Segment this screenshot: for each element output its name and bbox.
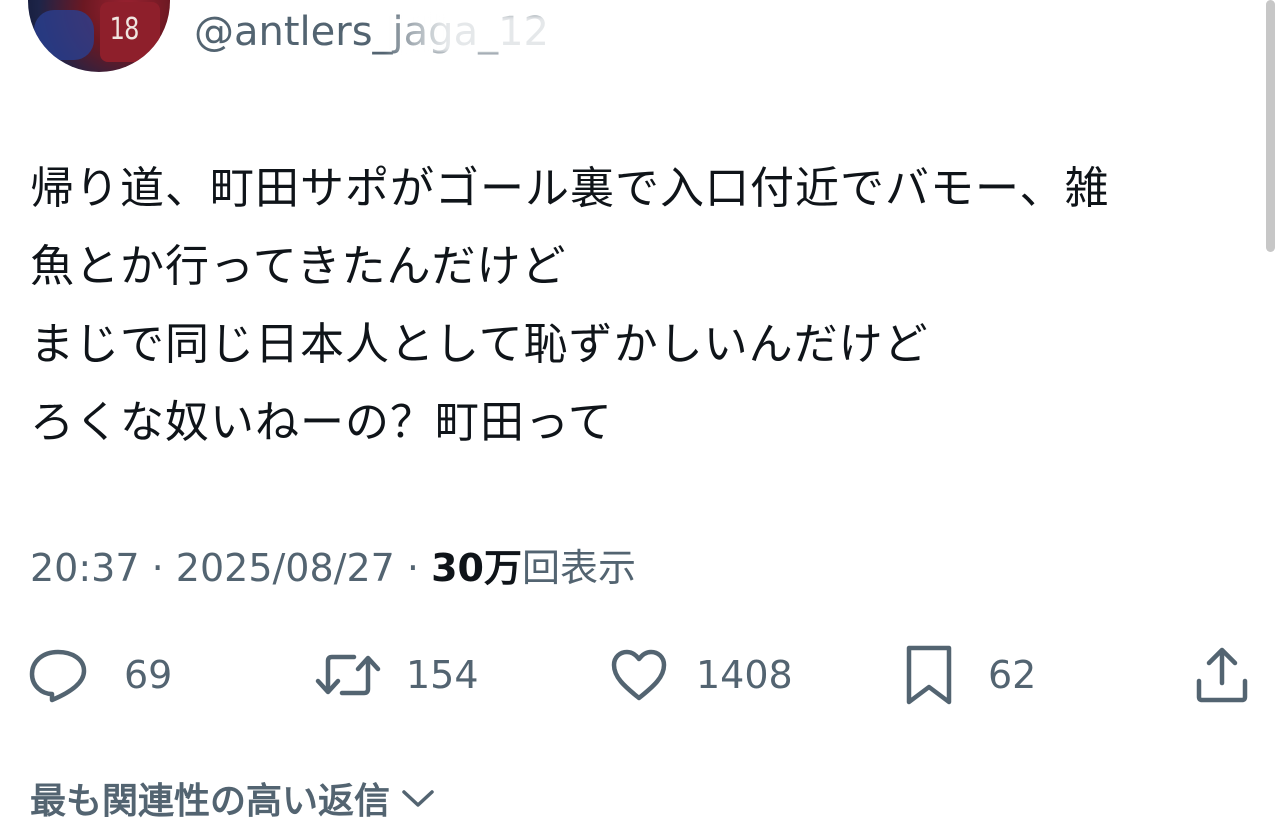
avatar[interactable]: 18 bbox=[28, 0, 170, 72]
action-bar: 69 154 1408 62 bbox=[0, 640, 1284, 710]
reply-count: 69 bbox=[124, 653, 173, 697]
views-label[interactable]: 回表示 bbox=[522, 546, 636, 590]
tweet-text-line: まじで同じ日本人として恥ずかしいんだけど bbox=[30, 319, 929, 370]
bookmark-icon bbox=[904, 644, 954, 706]
chevron-down-icon bbox=[390, 778, 436, 819]
tweet-date[interactable]: 2025/08/27 bbox=[176, 546, 395, 590]
retweet-icon bbox=[314, 647, 382, 703]
reply-icon bbox=[28, 647, 88, 703]
heart-icon bbox=[610, 648, 668, 702]
share-button[interactable] bbox=[1194, 640, 1250, 710]
views-count[interactable]: 30万 bbox=[431, 546, 522, 590]
bookmark-button[interactable]: 62 bbox=[904, 640, 1036, 710]
like-count: 1408 bbox=[696, 653, 793, 697]
replies-sort-dropdown[interactable]: 最も関連性の高い返信 bbox=[30, 772, 436, 824]
tweet-time[interactable]: 20:37 bbox=[30, 546, 140, 590]
tweet-text-line: 帰り道、町田サポがゴール裏で入口付近でバモー、雑 bbox=[30, 163, 1110, 214]
reply-button[interactable]: 69 bbox=[28, 640, 172, 710]
tweet-text: 帰り道、町田サポがゴール裏で入口付近でバモー、雑 魚とか行ってきたんだけど まじ… bbox=[30, 150, 1260, 462]
avatar-jersey-number: 18 bbox=[109, 12, 140, 47]
tweet-text-line: ろくな奴いねーの？町田って bbox=[30, 397, 613, 448]
avatar-background bbox=[34, 10, 94, 60]
scrollbar[interactable] bbox=[1266, 0, 1275, 252]
tweet-meta: 20:37 · 2025/08/27 · 30万回表示 bbox=[30, 540, 636, 596]
tweet-text-line: 魚とか行ってきたんだけど bbox=[30, 241, 567, 292]
share-icon bbox=[1194, 645, 1250, 705]
meta-separator: · bbox=[151, 546, 164, 590]
retweet-button[interactable]: 154 bbox=[314, 640, 479, 710]
like-button[interactable]: 1408 bbox=[610, 640, 793, 710]
replies-sort-label: 最も関連性の高い返信 bbox=[30, 781, 391, 822]
handle-redaction-blur bbox=[388, 14, 578, 54]
bookmark-count: 62 bbox=[988, 653, 1037, 697]
meta-separator: · bbox=[406, 546, 420, 590]
retweet-count: 154 bbox=[406, 653, 479, 697]
